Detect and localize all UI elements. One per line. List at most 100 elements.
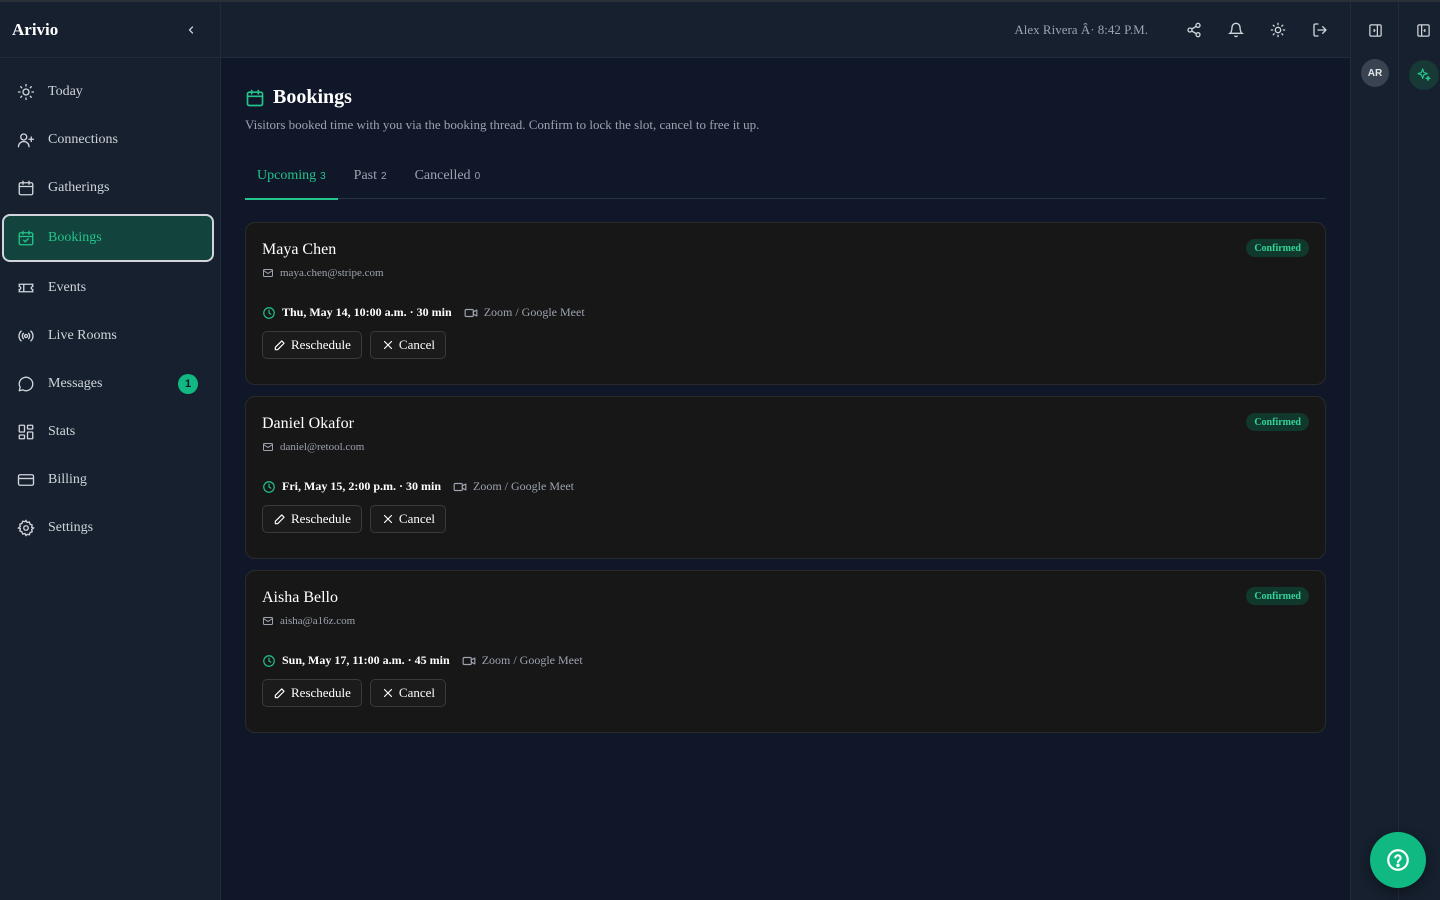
booking-list: Maya Chen maya.chen@stripe.com Confirmed…: [245, 222, 1326, 744]
status-badge: Confirmed: [1246, 587, 1309, 605]
reschedule-label: Reschedule: [291, 511, 351, 526]
sidebar-item-settings[interactable]: Settings: [0, 504, 220, 552]
tab-past[interactable]: Past 2: [342, 158, 399, 199]
notifications-button[interactable]: [1226, 20, 1246, 40]
reschedule-label: Reschedule: [291, 337, 351, 352]
sidebar-item-gatherings[interactable]: Gatherings: [0, 164, 220, 212]
booking-meta: Fri, May 15, 2:00 p.m. · 30 min Zoom / G…: [262, 479, 1309, 494]
time-text: Fri, May 15, 2:00 p.m. · 30 min: [282, 479, 441, 493]
tab-count: 2: [381, 171, 387, 182]
chat-bubble-icon: [16, 374, 36, 394]
sidebar-item-today[interactable]: Today: [0, 68, 220, 116]
sidebar-item-connections[interactable]: Connections: [0, 116, 220, 164]
tab-count: 0: [474, 171, 481, 182]
right-rail-people: AR: [1350, 2, 1398, 900]
booking-card: Daniel Okafor daniel@retool.com Confirme…: [245, 396, 1326, 559]
sparkles-icon: [1417, 68, 1431, 81]
booking-meta: Sun, May 17, 11:00 a.m. · 45 min Zoom / …: [262, 653, 1309, 668]
ai-assistant-button[interactable]: [1409, 60, 1439, 90]
close-icon: [381, 686, 395, 700]
brand-row: Arivio: [0, 2, 220, 58]
collapse-sidebar-button[interactable]: [182, 21, 200, 39]
sidebar-item-stats[interactable]: Stats: [0, 408, 220, 456]
booking-name: Daniel Okafor: [262, 415, 354, 432]
mail-icon: [262, 441, 274, 453]
pencil-icon: [273, 512, 287, 526]
right-rail-assistant: [1398, 2, 1440, 900]
page-subtitle: Visitors booked time with you via the bo…: [245, 117, 760, 132]
sidebar-item-label: Today: [48, 84, 83, 99]
booking-email: aisha@a16z.com: [262, 615, 1309, 627]
cancel-button[interactable]: Cancel: [369, 505, 447, 533]
booking-tabs: Upcoming 3 Past 2 Cancelled 0: [245, 158, 1326, 200]
gear-icon: [16, 518, 36, 538]
share-button[interactable]: [1184, 20, 1204, 40]
cancel-label: Cancel: [398, 337, 436, 352]
cancel-button[interactable]: Cancel: [369, 679, 447, 707]
sidebar-item-label: Gatherings: [48, 180, 110, 195]
tab-label: Upcoming: [257, 168, 317, 183]
reschedule-button[interactable]: Reschedule: [262, 331, 362, 359]
booking-card: Maya Chen maya.chen@stripe.com Confirmed…: [245, 222, 1326, 385]
page-header: Bookings Visitors booked time with you v…: [245, 86, 759, 133]
theme-toggle-button[interactable]: [1268, 20, 1288, 40]
video-icon: [462, 654, 476, 668]
pencil-icon: [273, 338, 287, 352]
sidebar-item-label: Billing: [48, 472, 87, 487]
toggle-panel-button[interactable]: [1365, 20, 1385, 40]
location-text: Zoom / Google Meet: [483, 305, 585, 319]
sidebar-item-label: Connections: [48, 132, 118, 147]
main-content: Bookings Visitors booked time with you v…: [221, 58, 1350, 900]
booking-name: Maya Chen: [262, 241, 337, 258]
calendar-icon: [16, 178, 36, 198]
booking-location: Zoom / Google Meet: [462, 653, 583, 668]
cancel-label: Cancel: [398, 511, 436, 526]
close-icon: [381, 512, 395, 526]
booking-email: maya.chen@stripe.com: [262, 267, 1309, 279]
pencil-icon: [273, 686, 287, 700]
sidebar-item-label: Settings: [48, 520, 94, 535]
mail-icon: [262, 267, 274, 279]
reschedule-button[interactable]: Reschedule: [262, 505, 362, 533]
calendar-icon: [245, 88, 265, 108]
sidebar-nav: Today Connections Gatherings Bookings Ev…: [0, 58, 220, 552]
tab-label: Past: [353, 168, 378, 183]
booking-meta: Thu, May 14, 10:00 a.m. · 30 min Zoom / …: [262, 305, 1309, 320]
user-plus-icon: [16, 130, 36, 150]
cancel-button[interactable]: Cancel: [369, 331, 447, 359]
mail-icon: [262, 615, 274, 627]
reschedule-button[interactable]: Reschedule: [262, 679, 362, 707]
booking-time: Thu, May 14, 10:00 a.m. · 30 min: [262, 305, 452, 320]
logout-button[interactable]: [1310, 20, 1330, 40]
tab-upcoming[interactable]: Upcoming 3: [245, 158, 338, 200]
sidebar-item-label: Events: [48, 280, 87, 295]
chevron-left-icon: [188, 25, 194, 34]
booking-actions: Reschedule Cancel: [262, 505, 1309, 533]
toggle-assistant-panel-button[interactable]: [1413, 20, 1433, 40]
help-button[interactable]: [1370, 832, 1426, 888]
top-bar: Alex Rivera Â· 8:42 P.M.: [221, 2, 1350, 58]
booking-card: Aisha Bello aisha@a16z.com Confirmed Sun…: [245, 570, 1326, 733]
sidebar-item-live-rooms[interactable]: Live Rooms: [0, 312, 220, 360]
sidebar-item-events[interactable]: Events: [0, 264, 220, 312]
sidebar-item-messages[interactable]: Messages 1: [0, 360, 220, 408]
clock-icon: [262, 306, 276, 320]
status-badge: Confirmed: [1246, 239, 1309, 257]
bell-icon: [1228, 22, 1244, 37]
booking-location: Zoom / Google Meet: [464, 305, 585, 320]
location-text: Zoom / Google Meet: [481, 653, 583, 667]
sidebar-item-label: Messages: [48, 376, 103, 391]
sidebar-item-billing[interactable]: Billing: [0, 456, 220, 504]
unread-badge: 1: [178, 374, 198, 394]
tab-label: Cancelled: [414, 168, 471, 183]
sidebar-item-bookings[interactable]: Bookings: [2, 214, 214, 262]
booking-time: Fri, May 15, 2:00 p.m. · 30 min: [262, 479, 441, 494]
panel-toggle-icon: [1368, 23, 1382, 37]
video-icon: [453, 480, 467, 494]
avatar[interactable]: AR: [1361, 59, 1389, 87]
email-text: aisha@a16z.com: [280, 615, 356, 627]
grid-icon: [16, 422, 36, 442]
sidebar: Arivio Today Connections Gatherings Book…: [0, 2, 221, 900]
calendar-check-icon: [16, 228, 36, 248]
tab-cancelled[interactable]: Cancelled 0: [403, 158, 493, 199]
